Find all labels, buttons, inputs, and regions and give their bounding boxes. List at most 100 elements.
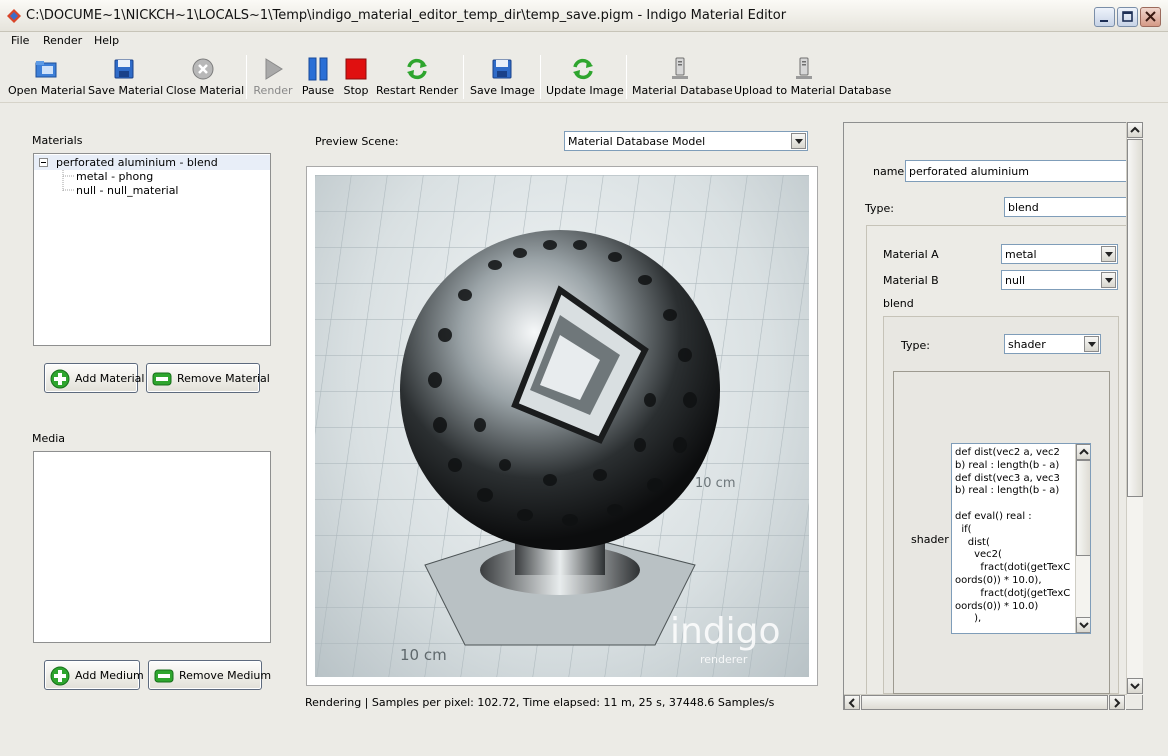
chevron-down-icon [1130, 683, 1140, 690]
shader-scrollbar[interactable] [1075, 444, 1090, 633]
material-database-button[interactable]: Material Database [632, 51, 733, 101]
properties-hscrollbar[interactable] [844, 694, 1126, 710]
render-status: Rendering | Samples per pixel: 102.72, T… [305, 696, 775, 709]
pause-icon [308, 57, 328, 81]
add-medium-button[interactable]: Add Medium [44, 660, 144, 690]
toolbar-separator [463, 55, 464, 99]
render-image: 10 cm 10 cm indigo renderer [315, 175, 809, 677]
chevron-down-icon[interactable] [1101, 246, 1116, 262]
chevron-right-icon [1114, 698, 1121, 708]
add-material-label: Add Material [75, 372, 145, 385]
plus-icon [50, 369, 70, 389]
chevron-up-icon [1079, 448, 1089, 455]
indigo-watermark: indigo [670, 611, 781, 652]
app-icon [7, 9, 21, 23]
upload-database-label: Upload to Material Database [734, 84, 892, 97]
remove-medium-button[interactable]: Remove Medium [148, 660, 271, 690]
add-material-button[interactable]: Add Material [44, 363, 144, 393]
title-bar: C:\DOCUME~1\NICKCH~1\LOCALS~1\Temp\indig… [0, 0, 1168, 32]
name-field[interactable]: perforated aluminium [905, 160, 1127, 182]
scroll-down-button[interactable] [1127, 678, 1143, 694]
scroll-left-button[interactable] [844, 695, 860, 710]
stop-icon [345, 58, 367, 80]
close-material-button[interactable]: Close Material [166, 51, 244, 101]
menu-render[interactable]: Render [43, 34, 82, 47]
media-label: Media [32, 432, 66, 445]
properties-vscrollbar[interactable] [1126, 122, 1143, 695]
remove-medium-label: Remove Medium [179, 669, 272, 682]
tree-item-null[interactable]: null - null_material [76, 184, 179, 197]
tree-item-root[interactable]: perforated aluminium - blend [34, 155, 270, 170]
ruler-label: 10 cm [400, 646, 447, 664]
type-select[interactable]: blend [1004, 197, 1128, 217]
toolbar-separator [246, 55, 247, 99]
chevron-down-icon[interactable] [791, 133, 806, 149]
stop-button[interactable]: Stop [340, 51, 372, 101]
type-label: Type: [865, 202, 894, 215]
menu-bar: File Render Help [0, 32, 1168, 50]
scroll-thumb[interactable] [1076, 460, 1090, 556]
scroll-thumb[interactable] [1127, 139, 1143, 497]
save-image-button[interactable]: Save Image [470, 51, 535, 101]
restart-render-button[interactable]: Restart Render [376, 51, 458, 101]
render-button[interactable]: Render [252, 51, 294, 101]
chevron-down-icon[interactable] [1101, 272, 1116, 288]
upload-database-button[interactable]: Upload to Material Database [734, 51, 892, 101]
chevron-up-icon [1130, 126, 1140, 133]
scroll-down-button[interactable] [1076, 617, 1090, 633]
material-b-value: null [1005, 274, 1026, 287]
materials-tree[interactable]: perforated aluminium - blend metal - pho… [33, 153, 271, 346]
tree-item-metal[interactable]: metal - phong [76, 170, 153, 183]
scroll-thumb[interactable] [861, 695, 1108, 710]
material-a-select[interactable]: metal [1001, 244, 1118, 264]
pause-button[interactable]: Pause [299, 51, 337, 101]
stop-label: Stop [343, 84, 369, 97]
collapse-icon[interactable] [39, 158, 48, 167]
shader-label: shader [911, 533, 949, 546]
preview-frame: 10 cm 10 cm indigo renderer [306, 166, 818, 686]
scroll-up-button[interactable] [1076, 444, 1090, 460]
menu-file[interactable]: File [11, 34, 29, 47]
chevron-down-icon [1079, 622, 1089, 629]
save-disk-icon [114, 59, 134, 79]
material-a-value: metal [1005, 248, 1037, 261]
toolbar-separator [540, 55, 541, 99]
close-window-button[interactable] [1140, 7, 1161, 27]
maximize-button[interactable] [1117, 7, 1138, 27]
save-material-button[interactable]: Save Material [88, 51, 163, 101]
blend-type-select[interactable]: shader [1004, 334, 1101, 354]
render-image-drawing: 10 cm 10 cm indigo renderer [315, 175, 809, 677]
minus-icon [154, 669, 174, 683]
name-value: perforated aluminium [909, 165, 1029, 178]
remove-material-button[interactable]: Remove Material [146, 363, 270, 393]
open-material-button[interactable]: Open Material [8, 51, 86, 101]
name-label: name [873, 165, 905, 178]
scroll-right-button[interactable] [1109, 695, 1125, 710]
minimize-button[interactable] [1094, 7, 1115, 27]
update-image-button[interactable]: Update Image [546, 51, 624, 101]
shader-code-editor[interactable]: def dist(vec2 a, vec2 b) real : length(b… [951, 443, 1091, 634]
shader-code[interactable]: def dist(vec2 a, vec2 b) real : length(b… [955, 447, 1073, 626]
save-image-label: Save Image [470, 84, 535, 97]
refresh-icon [573, 58, 593, 80]
chevron-left-icon [848, 698, 855, 708]
preview-scene-value: Material Database Model [568, 135, 706, 148]
chevron-down-icon[interactable] [1084, 336, 1099, 352]
remove-material-label: Remove Material [177, 372, 270, 385]
toolbar: Open Material Save Material Close Materi… [0, 51, 1168, 103]
tree-item-label: perforated aluminium - blend [56, 156, 218, 169]
ruler-label: 10 cm [695, 476, 736, 491]
scroll-up-button[interactable] [1127, 122, 1143, 138]
update-image-label: Update Image [546, 84, 624, 97]
menu-help[interactable]: Help [94, 34, 119, 47]
material-b-select[interactable]: null [1001, 270, 1118, 290]
server-icon [796, 57, 812, 79]
media-list[interactable] [33, 451, 271, 643]
save-disk-icon [492, 59, 512, 79]
preview-scene-select[interactable]: Material Database Model [564, 131, 808, 151]
pause-label: Pause [301, 84, 335, 97]
play-icon [265, 58, 283, 80]
blend-type-value: shader [1008, 338, 1046, 351]
blend-type-label: Type: [901, 339, 930, 352]
render-label: Render [253, 84, 293, 97]
